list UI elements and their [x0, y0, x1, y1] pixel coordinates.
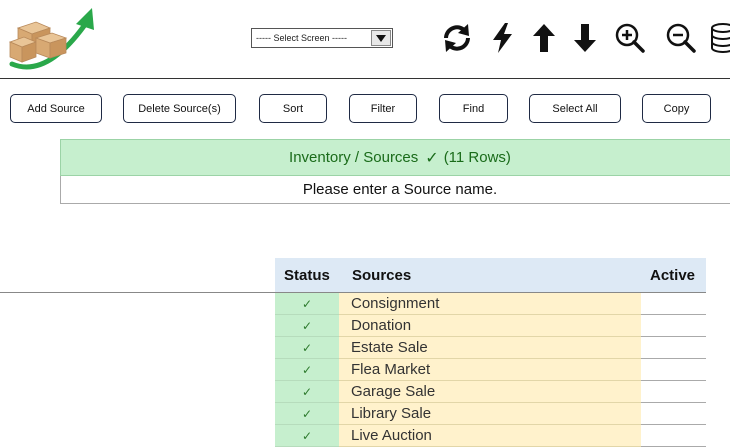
screen-select-value: ----- Select Screen -----	[256, 33, 348, 43]
table-row[interactable]: ✓ Estate Sale	[275, 337, 706, 359]
check-icon: ✓	[425, 149, 439, 167]
arrow-up-icon[interactable]	[524, 18, 564, 58]
status-check-icon: ✓	[275, 425, 339, 447]
active-cell[interactable]	[641, 315, 706, 337]
copy-button[interactable]: Copy	[642, 94, 711, 123]
refresh-icon[interactable]	[437, 18, 477, 58]
app-logo	[6, 6, 98, 72]
table-row[interactable]: ✓ Flea Market	[275, 359, 706, 381]
source-name-cell[interactable]: Donation	[339, 315, 641, 337]
select-all-button[interactable]: Select All	[529, 94, 621, 123]
source-name-cell[interactable]: Live Auction	[339, 425, 641, 447]
table-row[interactable]: ✓ Library Sale	[275, 403, 706, 425]
active-cell[interactable]	[641, 337, 706, 359]
active-cell[interactable]	[641, 359, 706, 381]
status-check-icon: ✓	[275, 293, 339, 315]
zoom-out-icon[interactable]	[661, 18, 701, 58]
table-row[interactable]: ✓ Consignment	[275, 293, 706, 315]
database-icon[interactable]	[706, 18, 730, 58]
page-title-bar: Inventory / Sources ✓ (11 Rows)	[60, 139, 730, 176]
status-check-icon: ✓	[275, 315, 339, 337]
column-header-active[interactable]: Active	[650, 267, 695, 284]
sources-grid: ✓ Consignment ✓ Donation ✓ Estate Sale ✓ Flea M…	[275, 293, 706, 447]
column-header-status[interactable]: Status	[284, 267, 330, 284]
screen-select[interactable]: ----- Select Screen -----	[251, 28, 393, 48]
table-row[interactable]: ✓ Live Auction	[275, 425, 706, 447]
source-name-cell[interactable]: Garage Sale	[339, 381, 641, 403]
status-message: Please enter a Source name.	[60, 176, 730, 204]
row-count: (11 Rows)	[443, 149, 511, 166]
source-name-cell[interactable]: Estate Sale	[339, 337, 641, 359]
arrow-down-icon[interactable]	[565, 18, 605, 58]
active-cell[interactable]	[641, 293, 706, 315]
source-name-cell[interactable]: Consignment	[339, 293, 641, 315]
active-cell[interactable]	[641, 403, 706, 425]
table-row[interactable]: ✓ Donation	[275, 315, 706, 337]
status-check-icon: ✓	[275, 337, 339, 359]
source-name-cell[interactable]: Library Sale	[339, 403, 641, 425]
delete-sources-button[interactable]: Delete Source(s)	[123, 94, 236, 123]
page-title: Inventory / Sources	[289, 149, 419, 166]
chevron-down-icon[interactable]	[371, 30, 391, 46]
status-check-icon: ✓	[275, 359, 339, 381]
filter-button[interactable]: Filter	[349, 94, 417, 123]
zoom-in-icon[interactable]	[610, 18, 650, 58]
table-row[interactable]: ✓ Garage Sale	[275, 381, 706, 403]
active-cell[interactable]	[641, 381, 706, 403]
grid-header: Status Sources Active	[275, 258, 706, 292]
header-divider	[0, 78, 730, 79]
sort-button[interactable]: Sort	[259, 94, 327, 123]
lightning-icon[interactable]	[483, 18, 523, 58]
add-source-button[interactable]: Add Source	[10, 94, 102, 123]
status-check-icon: ✓	[275, 403, 339, 425]
find-button[interactable]: Find	[439, 94, 508, 123]
column-header-sources[interactable]: Sources	[352, 267, 411, 284]
boxes-logo-icon	[8, 8, 94, 70]
active-cell[interactable]	[641, 425, 706, 447]
status-check-icon: ✓	[275, 381, 339, 403]
source-name-cell[interactable]: Flea Market	[339, 359, 641, 381]
